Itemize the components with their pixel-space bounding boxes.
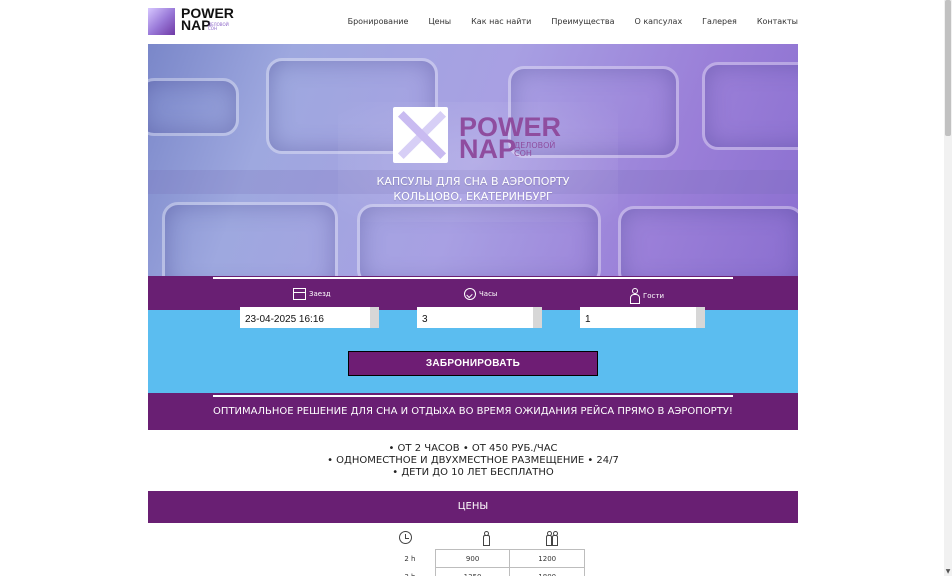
scroll-down-icon[interactable]: ▼ (944, 568, 952, 576)
booking-form: Заезд Часы Гости ЗАБРОНИРОВАТЬ (148, 276, 798, 393)
brand-logo[interactable]: POWER NAP ДЕЛОВОЙ СОН (148, 6, 234, 36)
booking-divider (213, 277, 733, 279)
nav-prices[interactable]: Цены (428, 17, 451, 26)
hours-input[interactable] (417, 309, 533, 330)
price-table: 2 h 900 1200 3 h 1350 1800 (385, 549, 585, 576)
booking-header: Заезд Часы Гости (148, 276, 798, 310)
feature-line-2: • ОДНОМЕСТНОЕ И ДВУХМЕСТНОЕ РАЗМЕЩЕНИЕ •… (327, 455, 619, 466)
guests-icon (628, 288, 640, 304)
scroll-thumb[interactable] (945, 0, 951, 136)
slogan-divider (213, 395, 733, 397)
two-people-icon (545, 531, 559, 546)
price-single: 900 (434, 549, 511, 568)
checkin-label-text: Заезд (309, 290, 331, 298)
checkin-input[interactable] (240, 309, 371, 330)
prices-heading: ЦЕНЫ (148, 491, 798, 523)
capsule-panel (702, 62, 798, 150)
guests-spinner[interactable] (696, 307, 705, 328)
guests-input[interactable] (580, 309, 696, 330)
logo-tagline: ДЕЛОВОЙ СОН (208, 22, 229, 31)
clock-icon (399, 531, 412, 544)
checkin-field[interactable] (240, 307, 371, 330)
features-list: • ОТ 2 ЧАСОВ • ОТ 450 РУБ./ЧАС • ОДНОМЕС… (148, 443, 798, 479)
nav-booking[interactable]: Бронирование (348, 17, 409, 26)
hours-field[interactable] (417, 307, 533, 330)
price-time: 3 h (385, 568, 435, 576)
guests-label: Гости (628, 288, 665, 304)
hero-tagline-line-2: КОЛЬЦОВО, ЕКАТЕРИНБУРГ (393, 190, 553, 203)
feature-line-1: • ОТ 2 ЧАСОВ • ОТ 450 РУБ./ЧАС (388, 443, 558, 454)
hero-logo: POWER NAP ДЕЛОВОЙ СОН (393, 107, 561, 167)
hero-logo-subtitle: ДЕЛОВОЙ СОН (514, 141, 556, 158)
hero-tagline: КАПСУЛЫ ДЛЯ СНА В АЭРОПОРТУ КОЛЬЦОВО, ЕК… (318, 174, 628, 204)
checkin-spinner[interactable] (370, 307, 379, 328)
table-row: 3 h 1350 1800 (385, 567, 585, 576)
capsule-panel (148, 78, 239, 136)
nav-benefits[interactable]: Преимущества (551, 17, 614, 26)
table-row: 2 h 900 1200 (385, 549, 585, 568)
capsule-panel (162, 202, 338, 276)
slogan-banner: ОПТИМАЛЬНОЕ РЕШЕНИЕ ДЛЯ СНА И ОТДЫХА ВО … (148, 393, 798, 430)
price-icon-row (148, 530, 798, 550)
hours-label-text: Часы (479, 290, 498, 298)
page-scrollbar[interactable]: ▲ ▼ (944, 0, 952, 576)
slogan-text: ОПТИМАЛЬНОЕ РЕШЕНИЕ ДЛЯ СНА И ОТДЫХА ВО … (213, 406, 733, 417)
hero-tagline-line-1: КАПСУЛЫ ДЛЯ СНА В АЭРОПОРТУ (376, 175, 570, 188)
logo-mark-icon (148, 8, 175, 35)
guests-field[interactable] (580, 307, 696, 330)
clock-icon (464, 288, 476, 300)
nav-location[interactable]: Как нас найти (471, 17, 531, 26)
price-time: 2 h (404, 554, 416, 563)
nav-contacts[interactable]: Контакты (757, 17, 798, 26)
hours-label: Часы (464, 288, 497, 300)
price-double: 1800 (509, 567, 585, 576)
price-double: 1200 (509, 549, 585, 568)
single-person-icon (482, 531, 490, 546)
checkin-label: Заезд (293, 288, 331, 300)
hours-spinner[interactable] (533, 307, 542, 328)
hero-logo-mark-icon (393, 107, 448, 163)
capsule-panel (618, 206, 798, 276)
book-button[interactable]: ЗАБРОНИРОВАТЬ (348, 351, 598, 376)
person-body (552, 535, 558, 546)
nav-about-capsules[interactable]: О капсулах (634, 17, 682, 26)
nav-gallery[interactable]: Галерея (702, 17, 737, 26)
price-single: 1350 (434, 567, 511, 576)
page: POWER NAP ДЕЛОВОЙ СОН Бронирование Цены … (0, 0, 944, 576)
hero-banner: POWER NAP ДЕЛОВОЙ СОН КАПСУЛЫ ДЛЯ СНА В … (148, 44, 798, 276)
main-nav: Бронирование Цены Как нас найти Преимуще… (348, 17, 798, 26)
calendar-icon (293, 288, 306, 300)
feature-line-3: • ДЕТИ ДО 10 ЛЕТ БЕСПЛАТНО (392, 467, 554, 478)
guests-label-text: Гости (643, 291, 665, 300)
site-header: POWER NAP ДЕЛОВОЙ СОН Бронирование Цены … (148, 6, 798, 38)
